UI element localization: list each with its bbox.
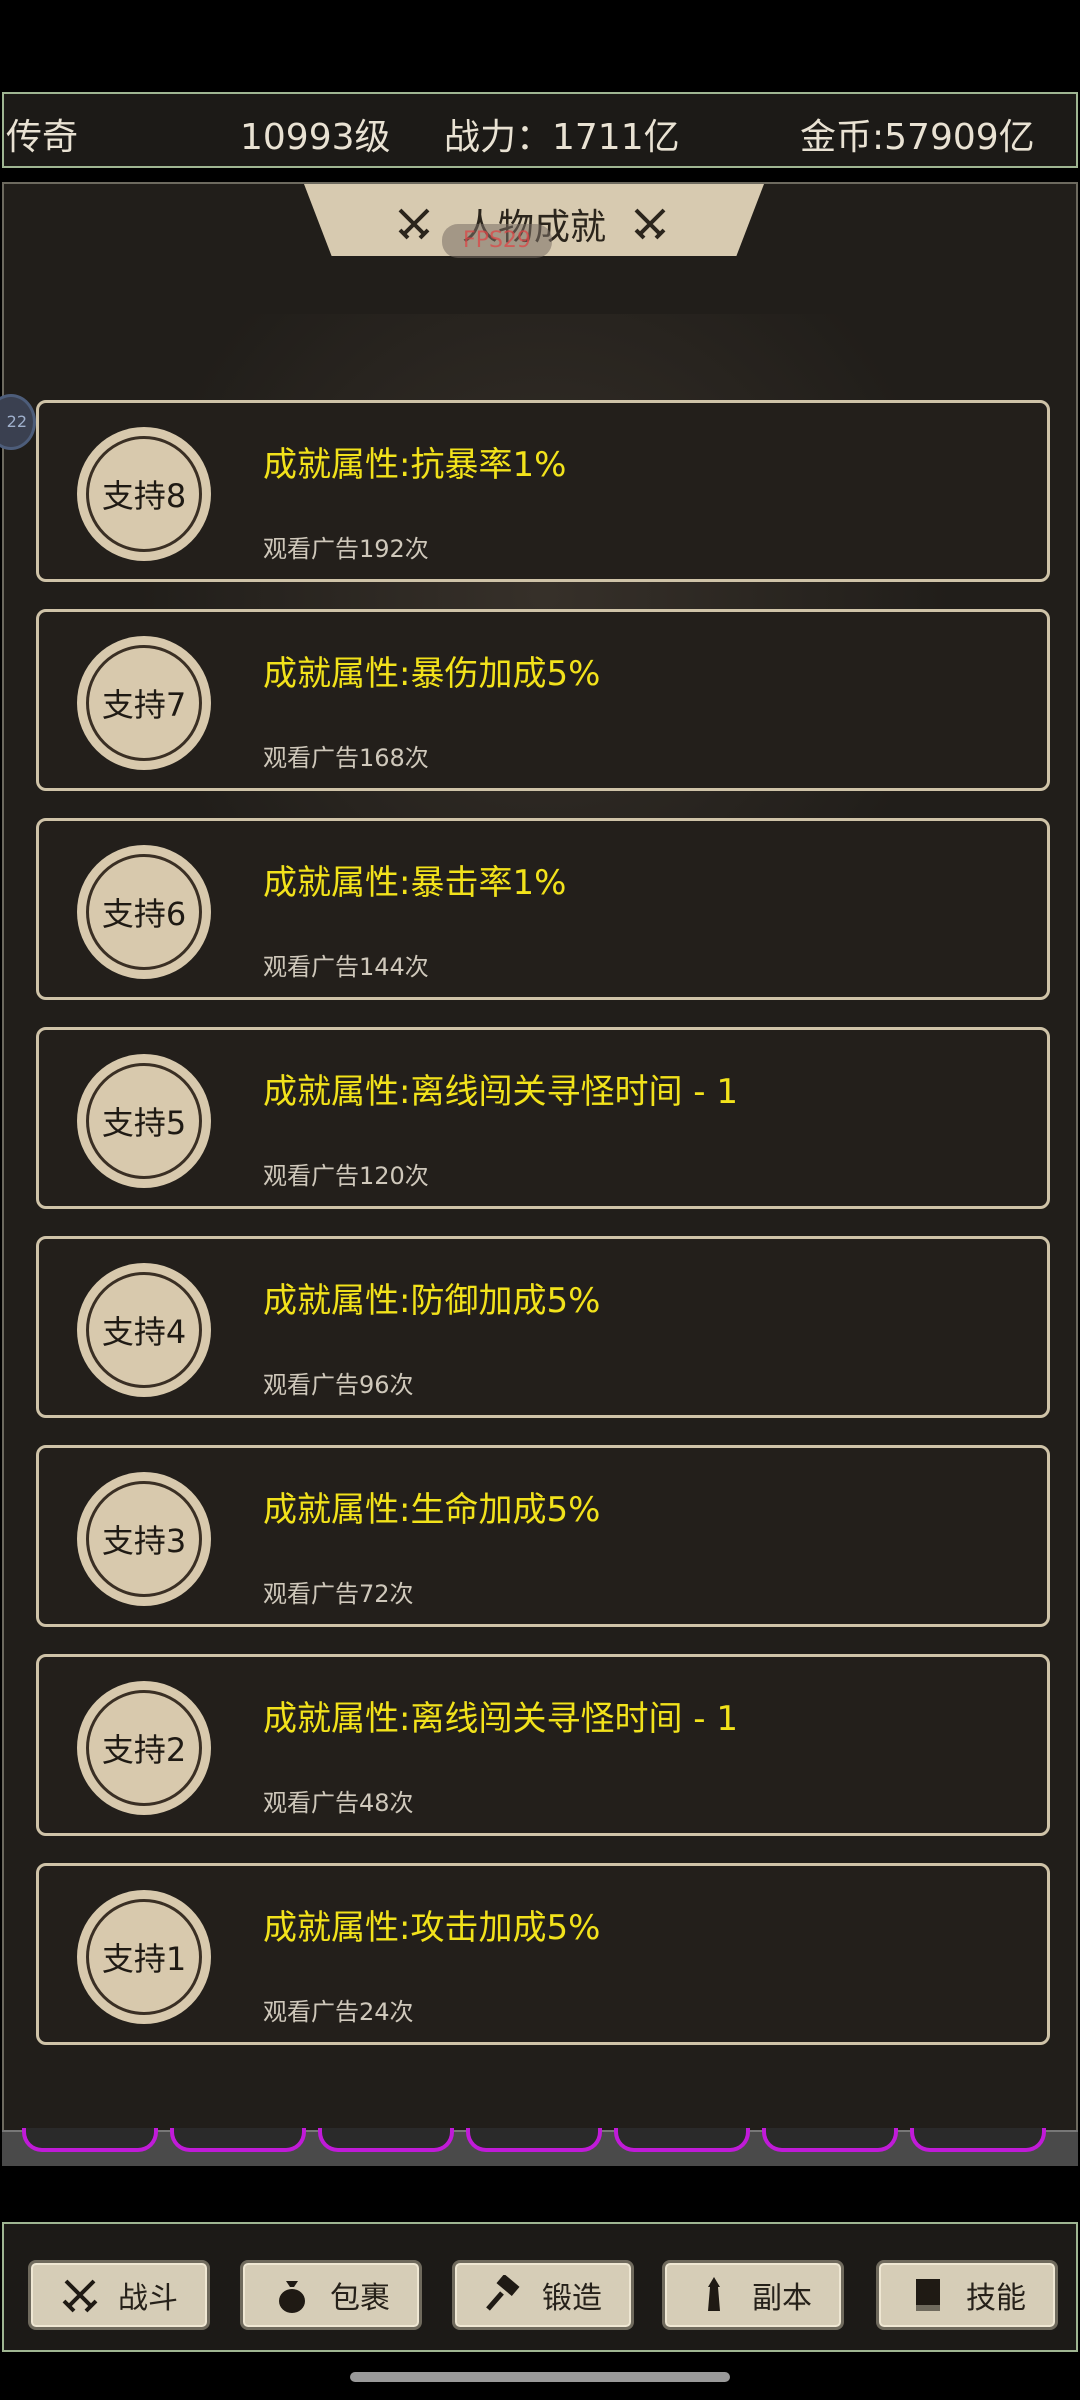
quick-slot[interactable]	[22, 2128, 158, 2152]
bottom-nav-bar: 战斗 包裹 锻造 副本 技能	[2, 2222, 1078, 2352]
achievement-requirement: 观看广告48次	[263, 1789, 414, 1817]
bag-icon	[279, 2281, 305, 2313]
nav-label: 包裹	[330, 2281, 390, 2316]
quick-slot[interactable]	[466, 2128, 602, 2152]
player-gold: 金币:57909亿	[800, 117, 1035, 158]
quick-slot[interactable]	[318, 2128, 454, 2152]
crossed-swords-icon	[62, 2279, 98, 2313]
side-floating-bubble[interactable]: 22	[0, 394, 36, 450]
player-power: 战力：1711亿	[444, 117, 680, 158]
fps-counter: FPS29	[442, 224, 552, 258]
achievement-badge: 支持7	[77, 636, 211, 770]
nav-label: 副本	[752, 2281, 812, 2316]
achievement-card[interactable]: 支持8 成就属性:抗暴率1% 观看广告192次	[36, 400, 1050, 582]
achievement-card[interactable]: 支持5 成就属性:离线闯关寻怪时间 - 1 观看广告120次	[36, 1027, 1050, 1209]
achievement-card[interactable]: 支持1 成就属性:攻击加成5% 观看广告24次	[36, 1863, 1050, 2045]
achievement-title: 成就属性:防御加成5%	[263, 1281, 601, 1321]
player-level: 10993级	[240, 117, 391, 158]
achievement-badge: 支持6	[77, 845, 211, 979]
achievement-badge: 支持1	[77, 1890, 211, 2024]
achievement-badge: 支持2	[77, 1681, 211, 1815]
badge-label: 支持5	[86, 1063, 202, 1179]
achievement-requirement: 观看广告120次	[263, 1162, 429, 1190]
player-stats-bar: 传奇 10993级 战力：1711亿 金币:57909亿	[2, 92, 1078, 168]
nav-forge-button[interactable]: 锻造	[452, 2260, 634, 2330]
achievement-title: 成就属性:离线闯关寻怪时间 - 1	[263, 1699, 738, 1739]
achievement-title: 成就属性:攻击加成5%	[263, 1908, 601, 1948]
crossed-swords-icon	[634, 208, 666, 240]
nav-label: 技能	[966, 2281, 1026, 2316]
achievement-badge: 支持5	[77, 1054, 211, 1188]
badge-label: 支持2	[86, 1690, 202, 1806]
tower-icon	[708, 2277, 720, 2311]
achievement-badge: 支持8	[77, 427, 211, 561]
nav-label: 战斗	[118, 2281, 178, 2316]
quick-slot[interactable]	[910, 2128, 1046, 2152]
achievement-title: 成就属性:离线闯关寻怪时间 - 1	[263, 1072, 738, 1112]
home-indicator[interactable]	[350, 2372, 730, 2382]
achievement-requirement: 观看广告96次	[263, 1371, 414, 1399]
achievement-title: 成就属性:暴伤加成5%	[263, 654, 601, 694]
quick-slot[interactable]	[762, 2128, 898, 2152]
badge-label: 支持6	[86, 854, 202, 970]
book-icon	[916, 2279, 940, 2311]
achievement-badge: 支持3	[77, 1472, 211, 1606]
quick-slot[interactable]	[614, 2128, 750, 2152]
nav-dungeon-button[interactable]: 副本	[662, 2260, 844, 2330]
achievement-badge: 支持4	[77, 1263, 211, 1397]
nav-battle-button[interactable]: 战斗	[28, 2260, 210, 2330]
quick-slot[interactable]	[170, 2128, 306, 2152]
badge-label: 支持7	[86, 645, 202, 761]
achievements-panel: 人物成就 FPS29 22 支持8 成就属性:抗暴率1% 观看广告192次 支持…	[0, 182, 1078, 2132]
achievement-card[interactable]: 支持6 成就属性:暴击率1% 观看广告144次	[36, 818, 1050, 1000]
achievement-requirement: 观看广告24次	[263, 1998, 414, 2026]
nav-label: 锻造	[542, 2281, 602, 2316]
achievement-requirement: 观看广告192次	[263, 535, 429, 563]
achievement-title: 成就属性:生命加成5%	[263, 1490, 601, 1530]
badge-label: 支持8	[86, 436, 202, 552]
badge-label: 支持4	[86, 1272, 202, 1388]
achievement-card[interactable]: 支持2 成就属性:离线闯关寻怪时间 - 1 观看广告48次	[36, 1654, 1050, 1836]
achievement-title: 成就属性:暴击率1%	[263, 863, 567, 903]
achievement-card[interactable]: 支持7 成就属性:暴伤加成5% 观看广告168次	[36, 609, 1050, 791]
achievement-title: 成就属性:抗暴率1%	[263, 445, 567, 485]
achievement-requirement: 观看广告72次	[263, 1580, 414, 1608]
achievement-requirement: 观看广告144次	[263, 953, 429, 981]
player-rank: 传奇	[6, 117, 79, 158]
nav-skill-button[interactable]: 技能	[876, 2260, 1058, 2330]
nav-bag-button[interactable]: 包裹	[240, 2260, 422, 2330]
hammer-icon	[486, 2275, 520, 2311]
badge-label: 支持1	[86, 1899, 202, 2015]
achievement-card[interactable]: 支持4 成就属性:防御加成5% 观看广告96次	[36, 1236, 1050, 1418]
status-bar	[0, 0, 1080, 90]
quick-slot-tray	[2, 2128, 1078, 2166]
badge-label: 支持3	[86, 1481, 202, 1597]
achievement-requirement: 观看广告168次	[263, 744, 429, 772]
achievement-card[interactable]: 支持3 成就属性:生命加成5% 观看广告72次	[36, 1445, 1050, 1627]
